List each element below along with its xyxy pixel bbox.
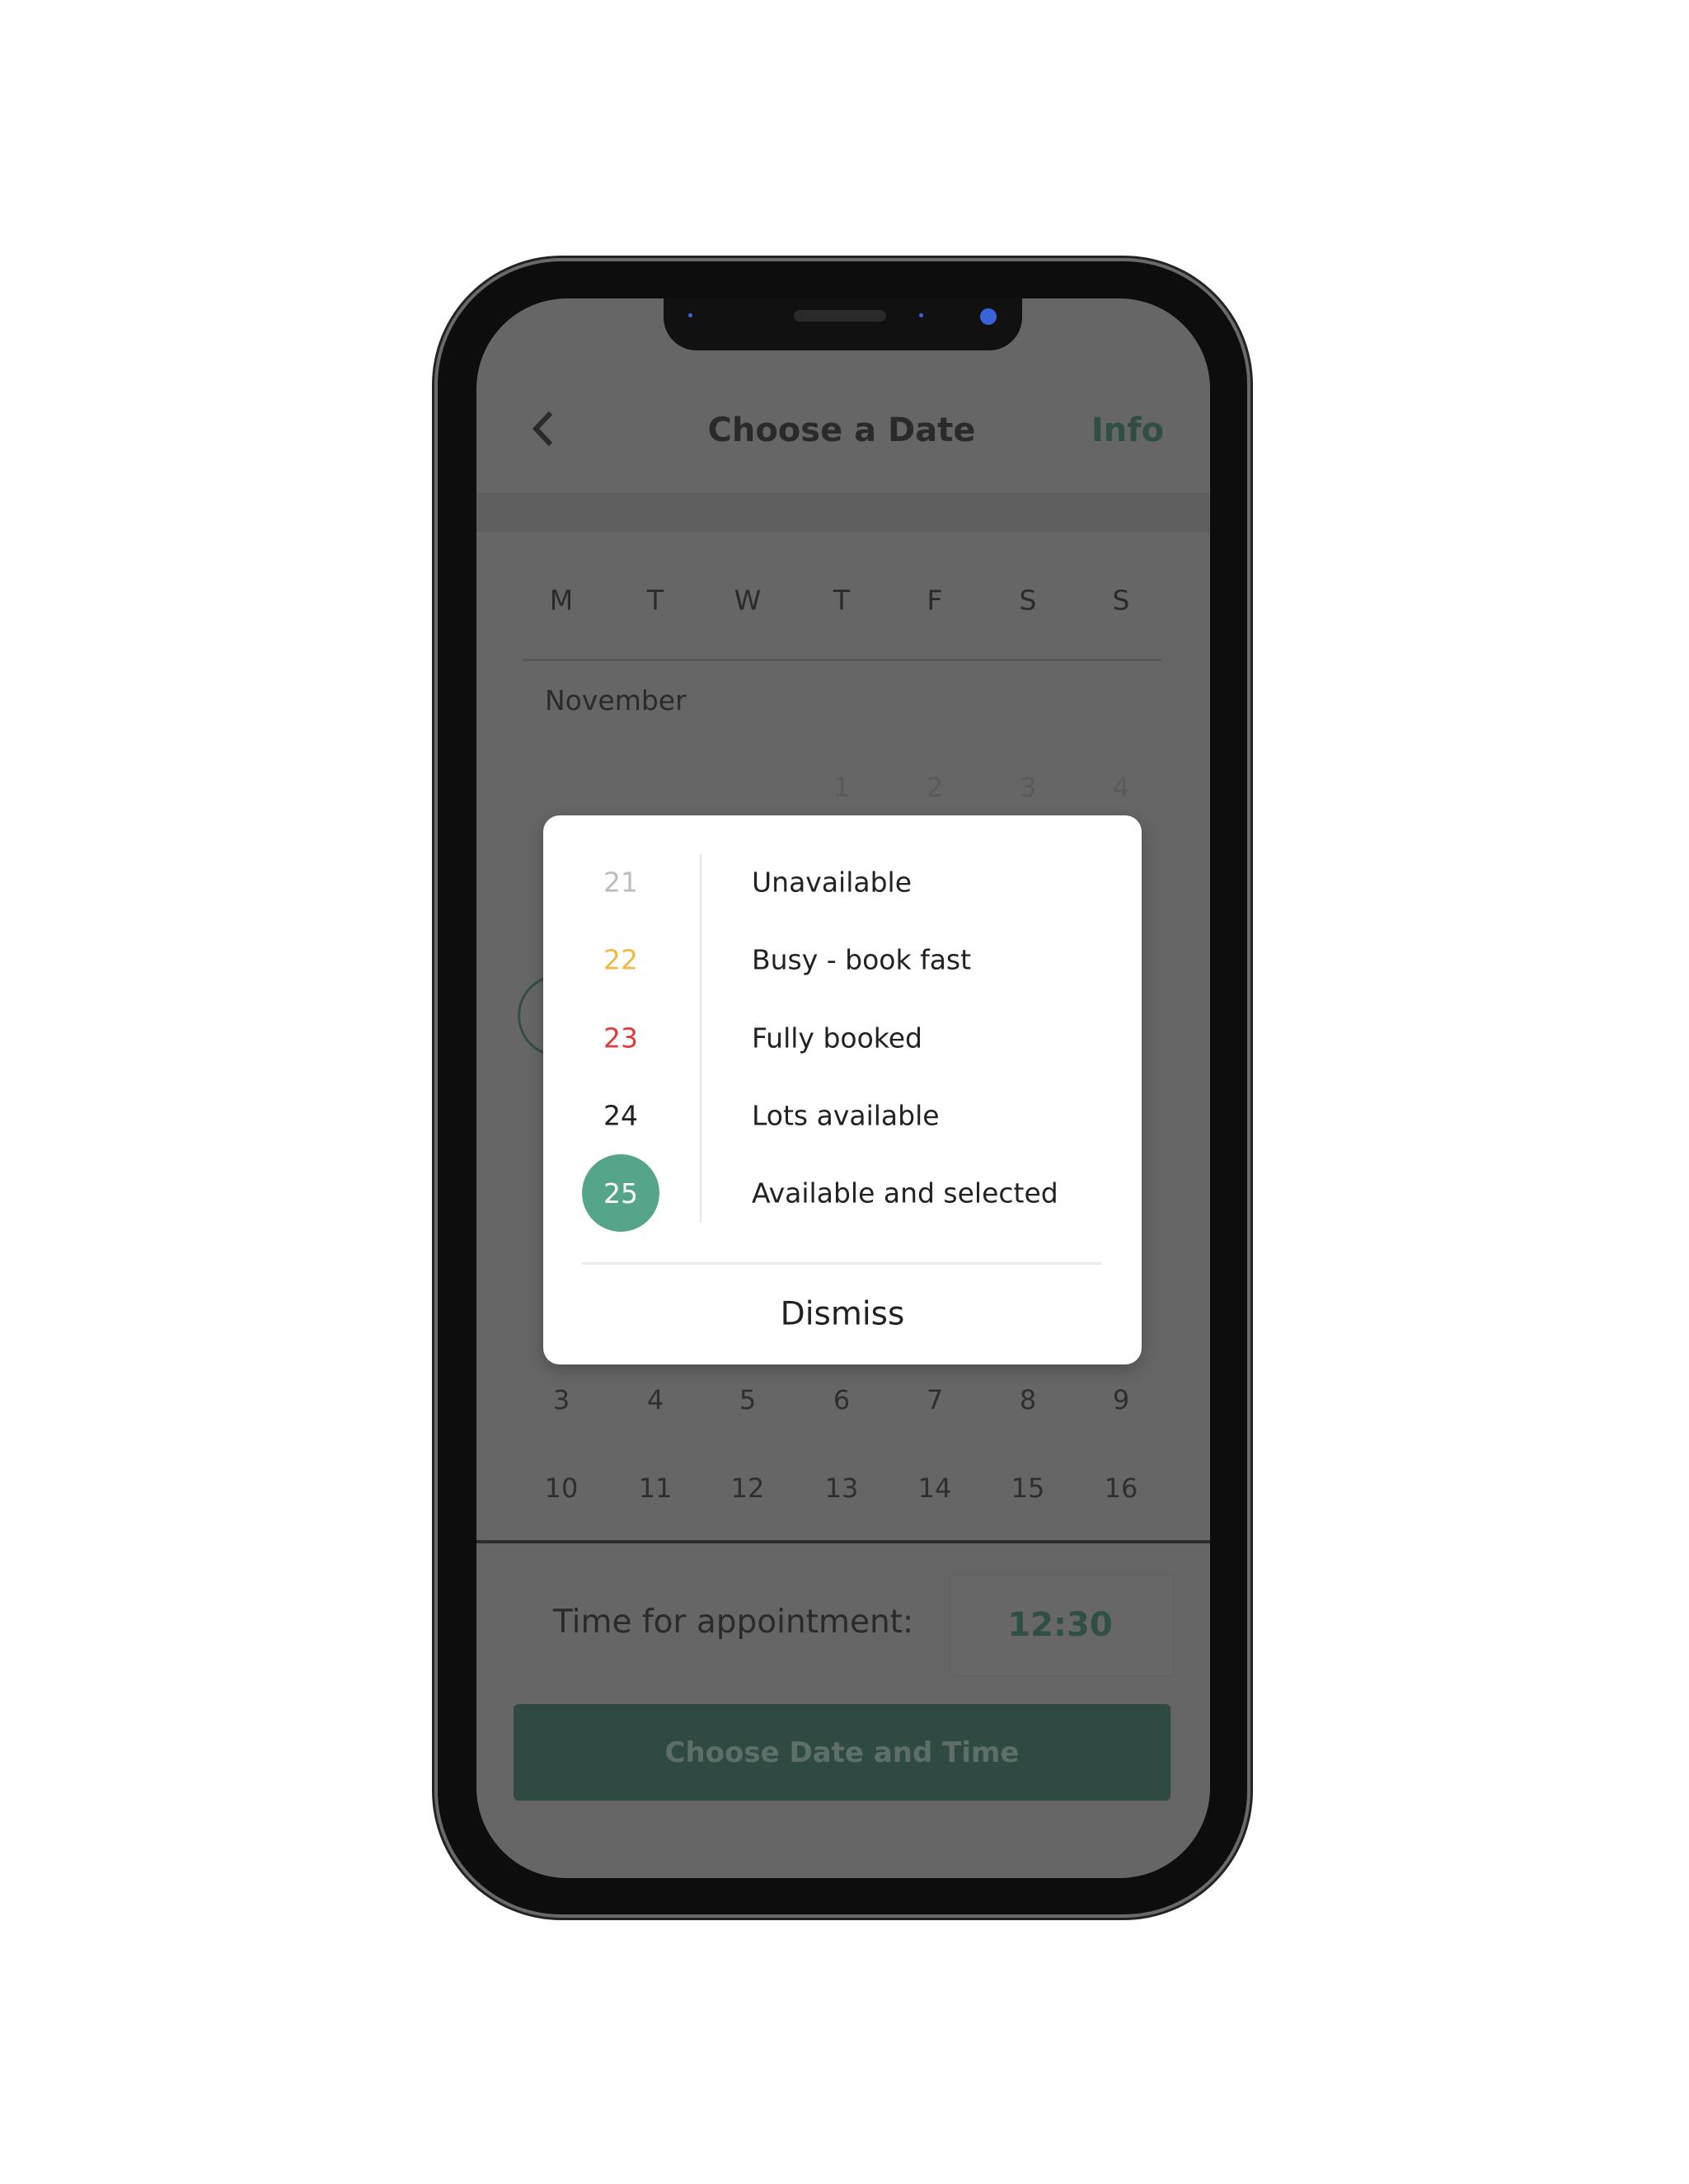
weekday-header: T xyxy=(646,584,664,617)
calendar-day[interactable]: 3 xyxy=(553,1384,570,1416)
calendar-day[interactable]: 4 xyxy=(647,1384,664,1416)
sensor-dot xyxy=(919,313,923,317)
calendar-day[interactable]: 8 xyxy=(1020,1384,1036,1416)
weekday-divider xyxy=(523,659,1161,661)
weekday-header: M xyxy=(549,584,574,617)
legend-day: 21 xyxy=(603,866,638,899)
calendar-day[interactable]: 15 xyxy=(1011,1472,1045,1504)
calendar-day[interactable]: 5 xyxy=(739,1384,756,1416)
legend-divider xyxy=(582,1262,1101,1265)
page-title: Choose a Date xyxy=(707,411,976,449)
footer-divider xyxy=(476,1540,1210,1543)
legend-day: 22 xyxy=(603,943,638,976)
calendar-day[interactable]: 1 xyxy=(833,772,850,803)
back-button[interactable] xyxy=(531,410,556,451)
weekday-header: W xyxy=(734,584,762,617)
time-picker[interactable]: 12:30 xyxy=(949,1574,1174,1677)
header-divider-band xyxy=(476,493,1210,532)
legend-label: Available and selected xyxy=(752,1177,1058,1209)
calendar-day[interactable]: 14 xyxy=(918,1472,952,1504)
weekday-header: S xyxy=(1019,584,1037,617)
month-label: November xyxy=(545,684,687,716)
legend-day: 23 xyxy=(603,1022,638,1054)
legend-day: 24 xyxy=(603,1099,638,1132)
legend-divider-vertical xyxy=(700,854,701,1223)
weekday-header: T xyxy=(833,584,851,617)
legend-label: Unavailable xyxy=(752,866,913,899)
legend-day-selected: 25 xyxy=(582,1154,659,1232)
front-camera xyxy=(980,308,997,325)
chevron-left-icon xyxy=(532,411,553,447)
app-screen: Choose a Date Info MTWTFSS November 1234… xyxy=(476,298,1210,1878)
calendar-day[interactable]: 7 xyxy=(927,1384,943,1416)
choose-date-time-button[interactable]: Choose Date and Time xyxy=(514,1704,1171,1801)
time-value: 12:30 xyxy=(1007,1606,1113,1644)
legend-label: Lots available xyxy=(752,1099,940,1132)
calendar-day[interactable]: 6 xyxy=(833,1384,850,1416)
calendar-day[interactable]: 13 xyxy=(825,1472,859,1504)
calendar-day[interactable]: 2 xyxy=(927,772,943,803)
legend-dialog: 21 Unavailable 22 Busy - book fast 23 Fully b… xyxy=(543,815,1142,1364)
weekday-header: S xyxy=(1112,584,1130,617)
calendar-day[interactable]: 11 xyxy=(639,1472,673,1504)
calendar-day[interactable]: 4 xyxy=(1113,772,1129,803)
legend-label: Fully booked xyxy=(752,1022,922,1054)
calendar-day[interactable]: 3 xyxy=(1020,772,1036,803)
calendar-day[interactable]: 10 xyxy=(545,1472,579,1504)
calendar-day[interactable]: 9 xyxy=(1113,1384,1129,1416)
calendar-day[interactable]: 16 xyxy=(1105,1472,1138,1504)
weekday-header: F xyxy=(927,584,943,617)
calendar-day[interactable]: 12 xyxy=(731,1472,765,1504)
notch xyxy=(664,298,1022,350)
info-button[interactable]: Info xyxy=(1091,411,1164,449)
legend-label: Busy - book fast xyxy=(752,943,972,976)
time-label: Time for appointment: xyxy=(553,1604,914,1641)
speaker-grille xyxy=(794,310,886,322)
sensor-dot xyxy=(688,313,692,317)
dismiss-button[interactable]: Dismiss xyxy=(781,1296,905,1333)
